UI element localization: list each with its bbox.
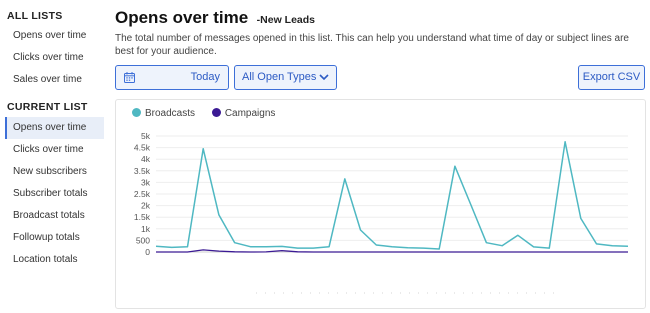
sidebar-item-opens[interactable]: Opens over time (5, 117, 104, 139)
sidebar-item-new-subscribers[interactable]: New subscribers (5, 161, 104, 183)
main-panel: Opens over time -New Leads The total num… (115, 0, 650, 313)
list-name: -New Leads (256, 14, 316, 26)
y-tick-label: 500 (136, 235, 150, 245)
sidebar-item-broadcast-totals[interactable]: Broadcast totals (5, 205, 104, 227)
date-range-label: Today (190, 71, 220, 83)
y-tick-label: 1.5k (134, 212, 151, 222)
sidebar-item-all-sales[interactable]: Sales over time (5, 69, 104, 91)
y-tick-label: 4.5k (134, 143, 151, 153)
y-tick-label: 3.5k (134, 166, 151, 176)
sidebar-item-subscriber-totals[interactable]: Subscriber totals (5, 183, 104, 205)
sidebar-item-followup-totals[interactable]: Followup totals (5, 227, 104, 249)
current-list-heading: CURRENT LIST (7, 101, 88, 113)
y-tick-label: 4k (141, 154, 151, 164)
date-range-button[interactable]: Today (115, 65, 229, 90)
sidebar-item-all-opens[interactable]: Opens over time (5, 25, 104, 47)
sidebar: ALL LISTS Opens over time Clicks over ti… (0, 0, 108, 313)
opens-chart: Broadcasts Campaigns 0 500 1k 1.5k 2k 2.5k 3k 3… (115, 99, 646, 309)
series-line-campaigns (156, 249, 628, 253)
sidebar-item-all-clicks[interactable]: Clicks over time (5, 47, 104, 69)
page-description: The total number of messages opened in t… (115, 33, 629, 57)
y-tick-label: 5k (141, 131, 151, 141)
open-types-dropdown[interactable]: All Open Types (234, 65, 337, 90)
y-tick-label: 2.5k (134, 189, 151, 199)
chart-plot: 0 5001k 1.5k2k 2.5k 3k3.5k 4k4.5k 5k (134, 131, 629, 294)
chevron-down-icon (319, 74, 329, 81)
export-csv-button[interactable]: Export CSV (578, 65, 645, 90)
y-tick-label: 3k (141, 177, 151, 187)
open-types-label: All Open Types (242, 71, 317, 83)
sidebar-item-clicks[interactable]: Clicks over time (5, 139, 104, 161)
series-line-broadcasts (155, 141, 629, 250)
page-title: Opens over time (115, 8, 249, 27)
y-tick-label: 1k (141, 224, 151, 234)
page-header: Opens over time -New Leads (115, 8, 315, 28)
sidebar-item-location-totals[interactable]: Location totals (5, 249, 104, 271)
y-tick-label: 0 (145, 247, 150, 257)
y-tick-label: 2k (141, 201, 151, 211)
calendar-icon (124, 72, 135, 83)
all-lists-heading: ALL LISTS (7, 10, 63, 22)
